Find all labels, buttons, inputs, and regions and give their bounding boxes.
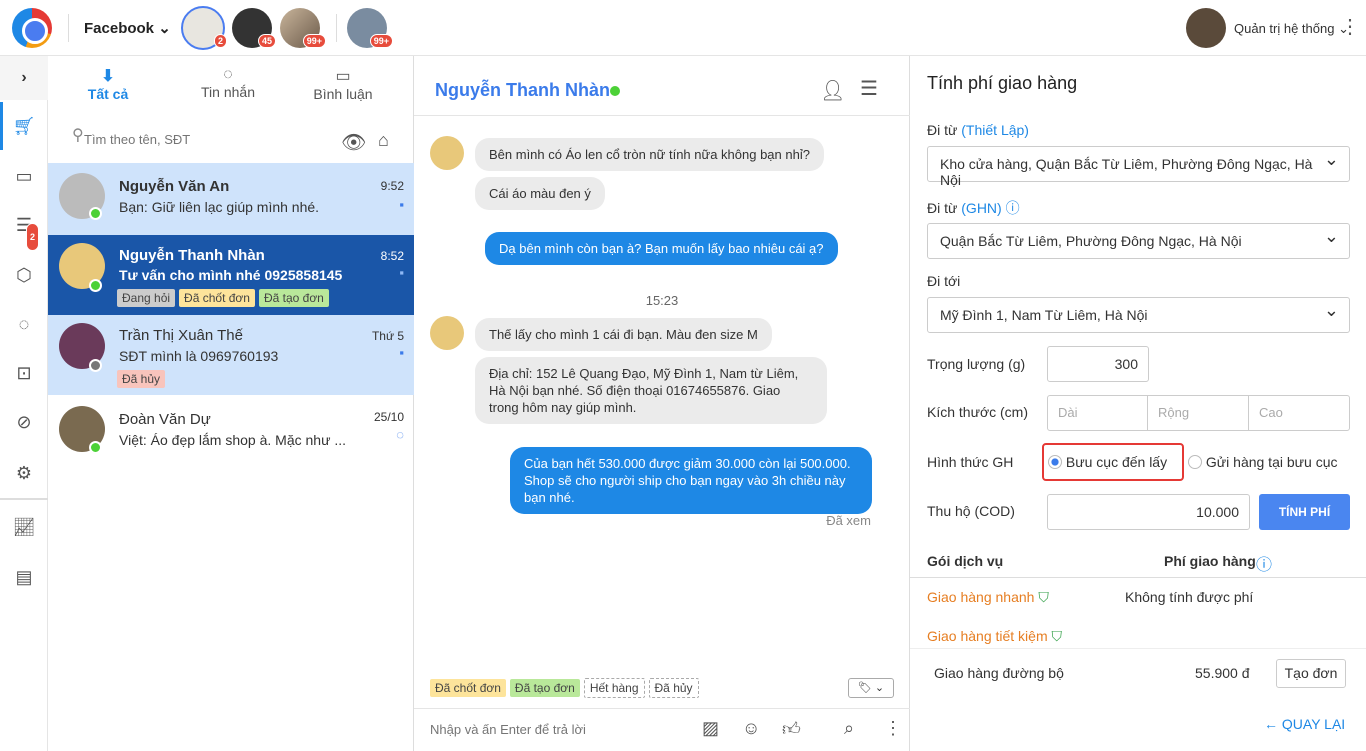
video-icon[interactable]: ▭ [12, 164, 36, 188]
online-dot [610, 86, 620, 96]
user-menu[interactable]: Quản trị hệ thống ⌄ [1234, 21, 1349, 37]
more-icon[interactable]: ⋮ [1340, 14, 1360, 39]
messenger-icon: ◌ [396, 427, 404, 442]
shield-check-icon: ⛉ [1038, 589, 1049, 605]
message-icon: ▪ [399, 197, 404, 212]
chart-icon[interactable]: 📈︎ [12, 515, 36, 539]
eye-icon[interactable]: 👁︎ [341, 130, 366, 155]
user-icon[interactable]: 👤︎ [820, 78, 845, 103]
image-icon[interactable]: ▨ [702, 718, 719, 739]
seen-status: Đã xem [826, 513, 871, 528]
user-avatar[interactable] [1186, 8, 1226, 48]
from-ghn-select[interactable]: Quận Bắc Từ Liêm, Phường Đông Ngạc, Hà N… [927, 223, 1350, 259]
product-search-icon[interactable]: ⌕ [844, 718, 854, 739]
help-icon[interactable]: ⓘ [1006, 200, 1020, 216]
message-bubble: Địa chỉ: 152 Lê Quang Đạo, Mỹ Đình 1, Na… [475, 357, 827, 424]
conversation-item-active[interactable]: Nguyễn Thanh Nhàn Tư vấn cho mình nhé 09… [48, 235, 414, 315]
message-input[interactable] [430, 722, 690, 737]
messenger-icon: ◌ [223, 66, 233, 83]
length-input[interactable]: Dài [1047, 395, 1148, 431]
message-bubble: Dạ bên mình còn bạn à? Bạn muốn lấy bao … [485, 232, 838, 265]
shipping-panel: Tính phí giao hàng Đi từ (Thiết Lập) Kho… [910, 56, 1366, 751]
page-avatar-3[interactable]: 99+ [280, 8, 326, 48]
page-avatar-1[interactable]: 2 [181, 6, 227, 50]
robot-icon[interactable]: ⊡ [12, 361, 36, 385]
back-button[interactable]: ← QUAY LẠI [1264, 716, 1345, 732]
report-icon[interactable]: ▤ [12, 565, 36, 589]
message-bubble: Thế lấy cho mình 1 cái đi bạn. Màu đen s… [475, 318, 772, 351]
setup-link[interactable]: (Thiết Lập) [961, 122, 1029, 138]
quick-tag[interactable]: Đã tạo đơn [509, 679, 580, 697]
more-icon[interactable]: ⋮ [884, 718, 902, 739]
height-input[interactable]: Cao [1248, 395, 1350, 431]
inbox-icon: ⬇ [101, 68, 115, 85]
quick-tag[interactable]: Đã hủy [648, 678, 699, 698]
message-icon: ▪ [399, 265, 404, 280]
info-icon[interactable]: ⓘ [1256, 551, 1272, 575]
list-icon[interactable]: ☰ [860, 76, 878, 101]
page-avatar-2[interactable]: 45 [232, 8, 276, 48]
search-input[interactable] [84, 132, 324, 147]
message-icon: ▪ [399, 345, 404, 360]
chat-panel: Nguyễn Thanh Nhàn 👤︎ ☰ Bên mình có Áo le… [414, 56, 910, 751]
create-order-button[interactable]: Tạo đơn [1276, 659, 1346, 688]
cart-icon[interactable]: 🛒︎ [12, 114, 36, 138]
sidebar-rail: › 🛒︎ ▭ ☰ 2 ⬡ ◌ ⊡ ⊘ ⚙ 📈︎ ▤ [0, 56, 48, 751]
method-radio-pickup[interactable]: Bưu cục đến lấy [1048, 454, 1167, 470]
quick-tag[interactable]: Hết hàng [583, 678, 645, 698]
like-icon[interactable]: 👍︎ [782, 718, 801, 740]
comment-icon: ▭ [335, 68, 351, 85]
tag-icon[interactable]: ⌂ [378, 130, 389, 151]
arrow-left-icon: ← [1264, 716, 1278, 732]
panel-title: Tính phí giao hàng [927, 73, 1078, 93]
message-bubble: Bên mình có Áo len cổ tròn nữ tính nữa k… [475, 138, 824, 171]
page-avatar-group[interactable]: 99+ [347, 8, 393, 48]
method-radio-dropoff[interactable]: Gửi hàng tại bưu cục [1188, 454, 1337, 470]
ban-icon[interactable]: ⊘ [12, 410, 36, 434]
calculate-fee-button[interactable]: TÍNH PHÍ [1259, 494, 1350, 530]
tag-select[interactable]: 🏷︎ ⌄ [848, 678, 894, 698]
message-bubble: Của bạn hết 530.000 được giảm 30.000 còn… [510, 447, 872, 514]
tag: Đã tạo đơn [258, 289, 329, 307]
expand-chevron-icon[interactable]: › [0, 56, 48, 100]
cod-input[interactable]: 10.000 [1047, 494, 1250, 530]
emoji-icon[interactable]: ☺ [742, 718, 760, 739]
tab-all[interactable]: ⬇ Tất cả [53, 66, 163, 102]
box-icon[interactable]: ⬡ [12, 263, 36, 287]
width-input[interactable]: Rộng [1147, 395, 1249, 431]
channel-select[interactable]: Facebook ⌄ [84, 19, 171, 37]
weight-input[interactable]: 300 [1047, 346, 1149, 382]
search-icon: ⚲ [72, 127, 84, 144]
conversation-item[interactable]: Đoàn Văn Dự Việt: Áo đẹp lắm shop à. Mặc… [48, 395, 414, 467]
to-select[interactable]: Mỹ Đình 1, Nam Từ Liêm, Hà Nội [927, 297, 1350, 333]
message-bubble: Cái áo màu đen ý [475, 177, 605, 210]
tab-messages[interactable]: ◌ Tin nhắn [173, 66, 283, 100]
chat-title: Nguyễn Thanh Nhàn [435, 80, 610, 100]
gear-icon[interactable]: ⚙ [12, 461, 36, 485]
tab-comments[interactable]: ▭ Bình luận [288, 66, 398, 102]
from-select[interactable]: Kho cửa hàng, Quận Bắc Từ Liêm, Phường Đ… [927, 146, 1350, 188]
app-logo[interactable] [12, 8, 52, 48]
conversation-item[interactable]: Trần Thị Xuân Thế SĐT mình là 0969760193… [48, 315, 414, 395]
tag: Đang hỏi [117, 289, 176, 307]
top-bar: Facebook ⌄ 2 45 99+ 99+ Quản trị hệ thốn… [0, 0, 1366, 56]
conversation-item[interactable]: Nguyễn Văn An Bạn: Giữ liên lạc giúp mìn… [48, 163, 414, 235]
tag: Đã hủy [117, 370, 166, 388]
timestamp: 15:23 [645, 293, 679, 308]
quick-tag[interactable]: Đã chốt đơn [430, 679, 506, 697]
messenger-icon[interactable]: ◌ [12, 312, 36, 336]
shield-check-icon: ⛉ [1051, 628, 1063, 644]
conversation-list: ⬇Tất cả ◌Tin nhắn ▭Bình luận ⚲ 👁︎ ⌂ Nguy… [48, 56, 414, 751]
document-icon[interactable]: ☰ 2 [12, 213, 40, 251]
tag: Đã chốt đơn [179, 289, 255, 307]
